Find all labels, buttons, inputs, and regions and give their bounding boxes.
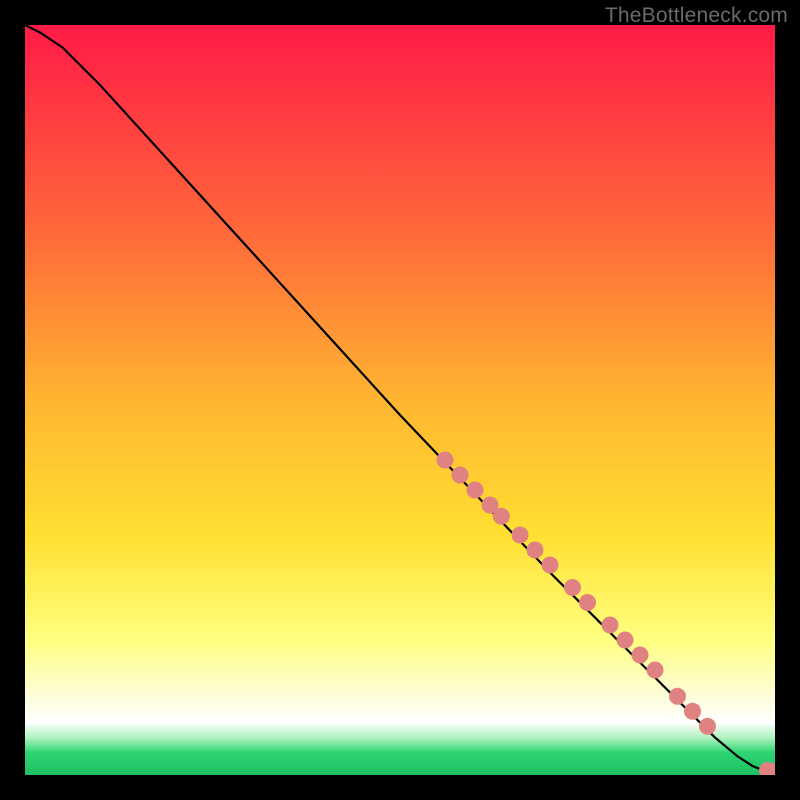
gradient-background — [25, 25, 775, 775]
watermark-label: TheBottleneck.com — [605, 4, 788, 28]
plot-svg — [25, 25, 775, 775]
data-point — [542, 557, 559, 574]
data-point — [579, 594, 596, 611]
data-point — [493, 508, 510, 525]
data-point — [512, 527, 529, 544]
data-point — [617, 632, 634, 649]
data-point — [699, 718, 716, 735]
data-point — [437, 452, 454, 469]
data-point — [527, 542, 544, 559]
plot-area — [25, 25, 775, 775]
data-point — [602, 617, 619, 634]
data-point — [467, 482, 484, 499]
data-point — [632, 647, 649, 664]
data-point — [452, 467, 469, 484]
chart-frame: TheBottleneck.com — [0, 0, 800, 800]
data-point — [684, 703, 701, 720]
data-point — [647, 662, 664, 679]
data-point — [669, 688, 686, 705]
data-point — [564, 579, 581, 596]
